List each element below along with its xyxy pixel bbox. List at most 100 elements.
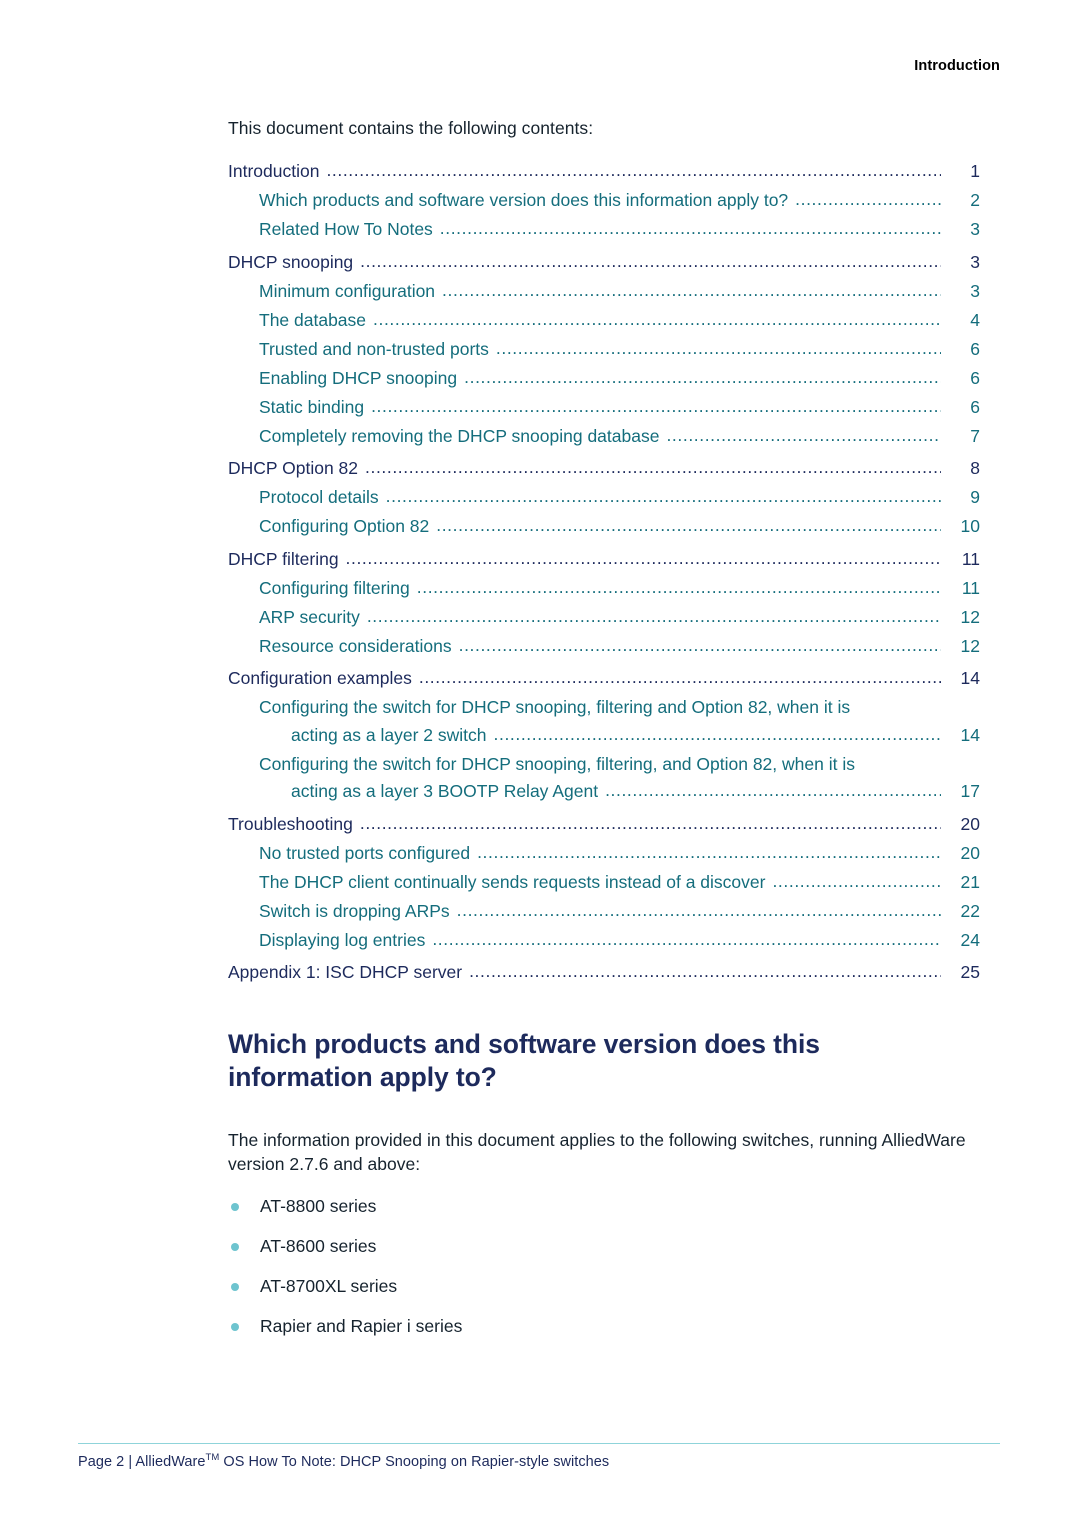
toc-entry[interactable]: Introduction............................…	[228, 161, 980, 181]
toc-entry-row: Troubleshooting.........................…	[228, 814, 980, 834]
toc-entry[interactable]: Trusted and non-trusted ports...........…	[228, 338, 980, 359]
toc-entry[interactable]: Appendix 1: ISC DHCP server.............…	[228, 962, 980, 982]
toc-entry[interactable]: ARP security............................…	[228, 606, 980, 627]
toc-entry-row: No trusted ports configured.............…	[259, 842, 980, 863]
toc-dot-leader: ........................................…	[359, 814, 941, 832]
toc-dot-leader: ........................................…	[365, 459, 941, 477]
list-item: Rapier and Rapier i series	[228, 1316, 980, 1337]
toc-entry-title: The database	[259, 309, 367, 330]
toc-entry[interactable]: DHCP filtering..........................…	[228, 550, 980, 569]
list-item-label: Rapier and Rapier i series	[260, 1316, 463, 1337]
toc-entry-title: DHCP snooping	[228, 251, 354, 272]
toc-entry[interactable]: Configuring Option 82...................…	[228, 516, 980, 536]
running-header: Introduction	[914, 58, 1000, 74]
toc-dot-leader: ........................................…	[442, 281, 941, 299]
toc-entry[interactable]: Related How To Notes....................…	[228, 219, 980, 239]
toc-page-number: 12	[960, 635, 980, 656]
toc-entry-title: Completely removing the DHCP snooping da…	[259, 425, 660, 446]
toc-entry-title: Static binding	[259, 396, 365, 417]
toc-entry-title: Resource considerations	[259, 635, 452, 656]
footer-text-tail: OS How To Note: DHCP Snooping on Rapier-…	[219, 1453, 610, 1470]
table-of-contents: Introduction............................…	[228, 161, 980, 982]
toc-entry-title-line2: acting as a layer 2 switch	[291, 724, 487, 745]
toc-page-number: 2	[970, 190, 980, 210]
toc-entry[interactable]: Switch is dropping ARPs.................…	[228, 900, 980, 921]
toc-page-number: 17	[960, 781, 980, 801]
trademark-icon: TM	[205, 1452, 220, 1463]
toc-entry-row: The DHCP client continually sends reques…	[259, 873, 980, 892]
list-item: AT-8700XL series	[228, 1276, 980, 1297]
toc-entry[interactable]: Completely removing the DHCP snooping da…	[228, 425, 980, 446]
toc-entry-title: Configuring the switch for DHCP snooping…	[259, 753, 855, 774]
toc-entry-title: Displaying log entries	[259, 929, 426, 950]
toc-dot-leader: ........................................…	[360, 252, 941, 270]
toc-entry[interactable]: Protocol details........................…	[228, 488, 980, 507]
list-item-label: AT-8700XL series	[260, 1276, 398, 1297]
toc-dot-leader: ........................................…	[326, 162, 941, 180]
toc-lead-in-text: This document contains the following con…	[228, 118, 594, 138]
toc-entry[interactable]: Static binding..........................…	[228, 396, 980, 417]
toc-entry[interactable]: Configuring filtering...................…	[228, 579, 980, 598]
toc-entry[interactable]: DHCP Option 82..........................…	[228, 458, 980, 478]
toc-entry-row: Trusted and non-trusted ports...........…	[259, 338, 980, 359]
toc-dot-leader: ........................................…	[464, 368, 941, 386]
toc-page-number: 1	[970, 161, 980, 181]
toc-entry-row: Displaying log entries..................…	[259, 929, 980, 950]
toc-dot-leader: ........................................…	[366, 607, 941, 625]
toc-entry[interactable]: The database............................…	[228, 309, 980, 330]
toc-entry-title: Configuring Option 82	[259, 516, 430, 536]
toc-entry-title: DHCP Option 82	[228, 458, 359, 478]
toc-dot-leader: ........................................…	[373, 310, 941, 328]
toc-entry-row: The database............................…	[259, 309, 980, 330]
toc-entry[interactable]: Enabling DHCP snooping..................…	[228, 367, 980, 388]
toc-entry[interactable]: Resource considerations.................…	[228, 635, 980, 656]
toc-page-number: 25	[960, 962, 980, 982]
toc-entry[interactable]: Minimum configuration...................…	[228, 281, 980, 301]
toc-entry-row: Enabling DHCP snooping..................…	[259, 367, 980, 388]
toc-dot-leader: ........................................…	[493, 725, 941, 743]
footer-text-main: Page 2 | AlliedWare	[78, 1453, 206, 1470]
toc-page-number: 20	[960, 842, 980, 863]
toc-dot-leader: ........................................…	[605, 782, 941, 800]
toc-entry-title: Configuring the switch for DHCP snooping…	[259, 697, 851, 717]
toc-entry[interactable]: Configuration examples..................…	[228, 668, 980, 688]
toc-entry-row: Related How To Notes....................…	[259, 219, 980, 239]
product-list: AT-8800 series AT-8600 series AT-8700XL se…	[228, 1196, 980, 1337]
toc-entry-title: Trusted and non-trusted ports	[259, 338, 489, 359]
list-item: AT-8600 series	[228, 1236, 980, 1257]
toc-page-number: 4	[970, 309, 980, 330]
toc-entry-title: Appendix 1: ISC DHCP server	[228, 962, 463, 982]
toc-entry[interactable]: Which products and software version does…	[228, 190, 980, 210]
toc-dot-leader: ........................................…	[458, 636, 941, 654]
toc-entry-row: Configuring Option 82...................…	[259, 516, 980, 536]
toc-entry-row: Completely removing the DHCP snooping da…	[259, 425, 980, 446]
toc-entry-title: Related How To Notes	[259, 219, 433, 239]
toc-entry[interactable]: Troubleshooting.........................…	[228, 814, 980, 834]
toc-entry[interactable]: No trusted ports configured.............…	[228, 842, 980, 863]
toc-dot-leader: ........................................…	[371, 397, 941, 415]
toc-page-number: 8	[970, 458, 980, 478]
toc-entry[interactable]: Configuring the switch for DHCP snooping…	[228, 697, 980, 745]
list-item-label: AT-8600 series	[260, 1236, 377, 1257]
toc-page-number: 12	[960, 606, 980, 627]
list-item: AT-8800 series	[228, 1196, 980, 1217]
toc-entry[interactable]: DHCP snooping...........................…	[228, 251, 980, 272]
toc-entry-title: No trusted ports configured	[259, 842, 471, 863]
toc-entry-title: Which products and software version does…	[259, 190, 789, 210]
toc-page-number: 22	[960, 900, 980, 921]
toc-page-number: 7	[970, 425, 980, 446]
toc-page-number: 24	[960, 929, 980, 950]
toc-dot-leader: ........................................…	[439, 220, 941, 238]
bullet-dot-icon	[231, 1283, 239, 1292]
toc-entry-row: Resource considerations.................…	[259, 635, 980, 656]
toc-page-number: 3	[970, 219, 980, 239]
footer-divider	[78, 1443, 1000, 1444]
toc-page-number: 6	[970, 367, 980, 388]
toc-entry-title: Configuration examples	[228, 668, 412, 688]
toc-entry[interactable]: Configuring the switch for DHCP snooping…	[228, 753, 980, 801]
page-title-line-1: Which products and software version does…	[228, 1028, 820, 1059]
toc-entry-row: DHCP snooping...........................…	[228, 251, 980, 272]
toc-entry[interactable]: Displaying log entries..................…	[228, 929, 980, 950]
toc-entry-title-line2: acting as a layer 3 BOOTP Relay Agent	[291, 781, 599, 801]
toc-entry[interactable]: The DHCP client continually sends reques…	[228, 873, 980, 892]
